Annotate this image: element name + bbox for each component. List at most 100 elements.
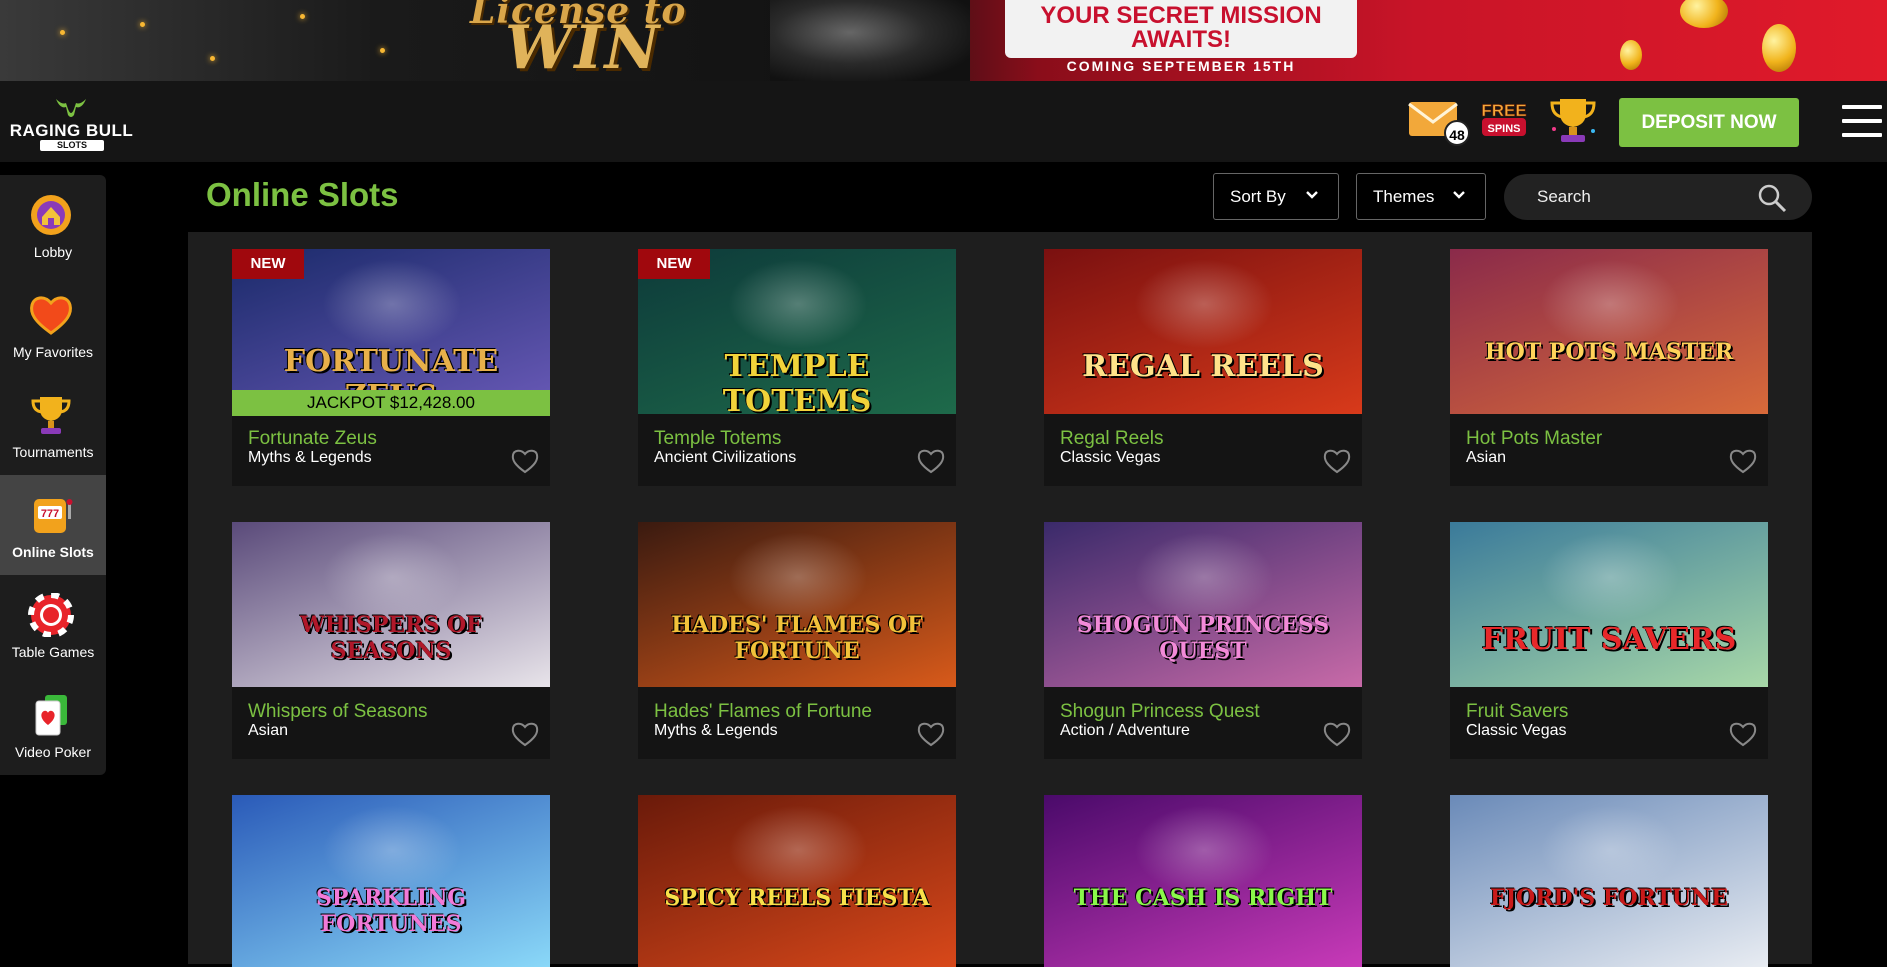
game-theme: Myths & Legends: [248, 449, 372, 466]
agent-image: [770, 0, 970, 81]
promo-banner[interactable]: License to WIN YOUR SECRET MISSION AWAIT…: [0, 0, 1887, 81]
art-glow-decoration: [728, 259, 868, 349]
sidebar-item-tournaments[interactable]: Tournaments: [0, 375, 106, 475]
favorite-heart-icon[interactable]: [510, 720, 540, 748]
sidebar-item-online-slots[interactable]: 777 Online Slots: [0, 475, 106, 575]
game-art-title: FJORD'S FORTUNE: [1490, 885, 1728, 911]
tournaments-header-button[interactable]: [1546, 95, 1600, 145]
game-name[interactable]: Hades' Flames of Fortune: [654, 701, 872, 723]
menu-line: [1842, 119, 1882, 123]
spark-decoration: [380, 48, 385, 53]
game-thumbnail[interactable]: SPICY REELS FIESTA: [638, 795, 956, 967]
game-thumbnail[interactable]: FRUIT SAVERS: [1450, 522, 1768, 687]
game-art-title: SHOGUN PRINCESS QUEST: [1076, 612, 1330, 664]
favorite-heart-icon[interactable]: [916, 720, 946, 748]
sort-by-dropdown[interactable]: Sort By: [1213, 173, 1339, 220]
art-glow-decoration: [728, 532, 868, 622]
sidebar-item-video-poker[interactable]: Video Poker: [0, 675, 106, 775]
deposit-now-button[interactable]: DEPOSIT NOW: [1619, 98, 1799, 147]
menu-line: [1842, 133, 1882, 137]
spark-decoration: [140, 22, 145, 27]
spark-decoration: [300, 14, 305, 19]
spark-decoration: [60, 30, 65, 35]
game-art-title: WHISPERS OF SEASONS: [300, 612, 482, 664]
favorite-heart-icon[interactable]: [510, 447, 540, 475]
game-card[interactable]: FJORD'S FORTUNE: [1450, 795, 1768, 967]
game-name[interactable]: Fortunate Zeus: [248, 428, 377, 450]
game-name[interactable]: Hot Pots Master: [1466, 428, 1602, 450]
game-art-title: SPARKLING FORTUNES: [316, 885, 466, 937]
game-theme: Classic Vegas: [1060, 449, 1161, 466]
chevron-down-icon: [1453, 191, 1465, 199]
art-glow-decoration: [322, 805, 462, 895]
brand-name: RAGING BULL: [9, 121, 134, 140]
playing-card-icon: [35, 695, 67, 736]
game-card[interactable]: SHOGUN PRINCESS QUEST Shogun Princess Que…: [1044, 522, 1362, 759]
messages-button[interactable]: 48: [1408, 98, 1470, 146]
game-name[interactable]: Shogun Princess Quest: [1060, 701, 1260, 723]
game-art-title: REGAL REELS: [1082, 349, 1324, 384]
free-spins-button[interactable]: FREE SPINS: [1478, 96, 1530, 144]
chevron-down-icon: [1306, 191, 1318, 199]
banner-mission-text: YOUR SECRET MISSION AWAITS!: [1005, 0, 1357, 58]
brand-subtitle: SLOTS: [40, 140, 104, 151]
game-name[interactable]: Whispers of Seasons: [248, 701, 428, 723]
game-art-title: TEMPLE TOTEMS: [722, 349, 872, 414]
free-spins-icon: FREE SPINS: [1481, 101, 1527, 136]
heart-icon: [30, 296, 72, 335]
game-card[interactable]: FORTUNATE ZEUSNEWJACKPOT $12,428.00Fortu…: [232, 249, 550, 486]
themes-dropdown[interactable]: Themes: [1356, 173, 1486, 220]
game-thumbnail[interactable]: SHOGUN PRINCESS QUEST: [1044, 522, 1362, 687]
art-glow-decoration: [322, 259, 462, 349]
free-spins-line2: SPINS: [1487, 123, 1520, 135]
game-card[interactable]: TEMPLE TOTEMS NEW Temple Totems Ancient Civ…: [638, 249, 956, 486]
site-logo[interactable]: RAGING BULL SLOTS: [4, 95, 139, 153]
search-input[interactable]: [1537, 174, 1757, 220]
game-card[interactable]: HADES' FLAMES OF FORTUNE Hades' Flames of…: [638, 522, 956, 759]
game-thumbnail[interactable]: REGAL REELS: [1044, 249, 1362, 414]
themes-label: Themes: [1373, 187, 1435, 206]
game-card[interactable]: SPARKLING FORTUNES: [232, 795, 550, 967]
game-card[interactable]: WHISPERS OF SEASONS Whispers of Seasons As…: [232, 522, 550, 759]
coin-decoration: [1762, 24, 1796, 72]
game-card[interactable]: SPICY REELS FIESTA: [638, 795, 956, 967]
game-thumbnail[interactable]: SPARKLING FORTUNES: [232, 795, 550, 967]
coin-decoration: [1620, 40, 1642, 70]
new-badge: NEW: [232, 249, 304, 279]
favorite-heart-icon[interactable]: [1322, 447, 1352, 475]
art-glow-decoration: [1134, 532, 1274, 622]
game-card[interactable]: HOT POTS MASTER Hot Pots Master Asian: [1450, 249, 1768, 486]
game-card[interactable]: FRUIT SAVERS Fruit Savers Classic Vegas: [1450, 522, 1768, 759]
game-name[interactable]: Fruit Savers: [1466, 701, 1568, 723]
sidebar-item-table-games[interactable]: Table Games: [0, 575, 106, 675]
sidebar-item-my-favorites[interactable]: My Favorites: [0, 275, 106, 375]
favorite-heart-icon[interactable]: [1728, 720, 1758, 748]
game-thumbnail[interactable]: HADES' FLAMES OF FORTUNE: [638, 522, 956, 687]
hamburger-menu-icon[interactable]: [1842, 105, 1882, 137]
game-thumbnail[interactable]: HOT POTS MASTER: [1450, 249, 1768, 414]
favorite-heart-icon[interactable]: [1322, 720, 1352, 748]
art-glow-decoration: [1540, 532, 1680, 622]
sidebar-item-lobby[interactable]: Lobby: [0, 175, 106, 275]
search-icon[interactable]: [1756, 182, 1788, 214]
game-thumbnail[interactable]: WHISPERS OF SEASONS: [232, 522, 550, 687]
sidebar-item-label: Lobby: [33, 244, 73, 260]
game-art-title: THE CASH IS RIGHT: [1073, 885, 1333, 911]
sort-by-label: Sort By: [1230, 187, 1286, 206]
slot-machine-icon: 777: [34, 499, 73, 533]
game-name[interactable]: Regal Reels: [1060, 428, 1164, 450]
favorite-heart-icon[interactable]: [916, 447, 946, 475]
game-theme: Classic Vegas: [1466, 722, 1567, 739]
favorite-heart-icon[interactable]: [1728, 447, 1758, 475]
game-theme: Asian: [1466, 449, 1507, 466]
game-name[interactable]: Temple Totems: [654, 428, 781, 450]
coin-decoration: [1680, 0, 1728, 28]
game-thumbnail[interactable]: THE CASH IS RIGHT: [1044, 795, 1362, 967]
game-thumbnail[interactable]: FJORD'S FORTUNE: [1450, 795, 1768, 967]
banner-date-text: COMING SEPTEMBER 15TH: [1066, 58, 1296, 74]
page-title: Online Slots: [206, 176, 399, 213]
search-box: [1504, 174, 1812, 220]
art-glow-decoration: [1540, 805, 1680, 895]
game-card[interactable]: THE CASH IS RIGHT: [1044, 795, 1362, 967]
game-card[interactable]: REGAL REELS Regal Reels Classic Vegas: [1044, 249, 1362, 486]
